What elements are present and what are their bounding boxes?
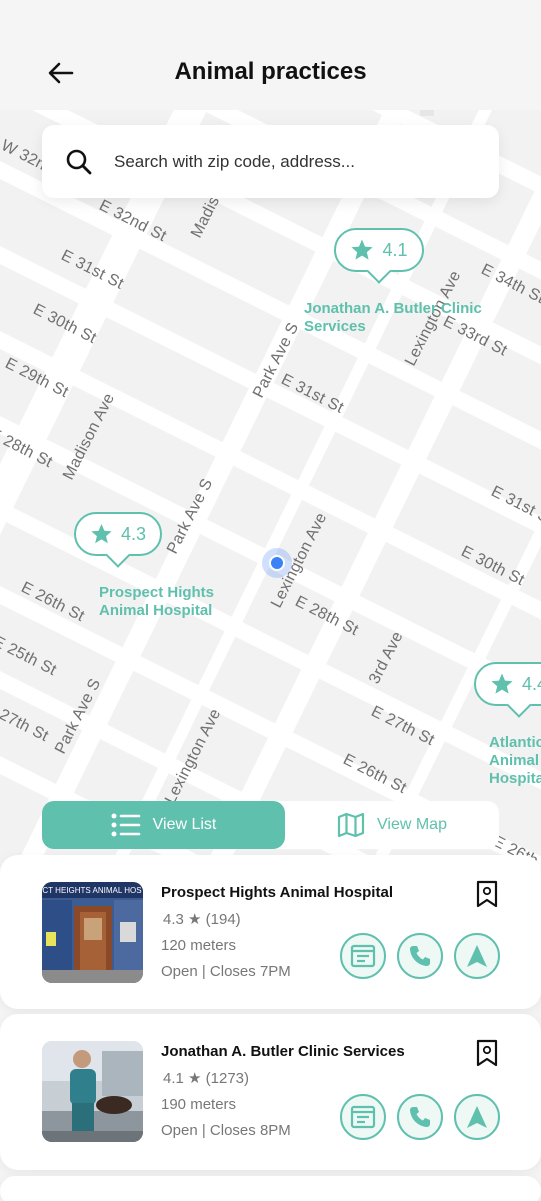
map-icon — [337, 812, 365, 838]
marker-label-line: Jonathan A. Butler Clinic — [304, 300, 482, 317]
marker-label[interactable]: Atlantic Animal Hospital — [489, 734, 541, 788]
star-icon — [351, 239, 374, 260]
page-title: Animal practices — [174, 58, 367, 85]
phone-icon — [410, 946, 430, 966]
details-button[interactable] — [340, 1094, 386, 1140]
list-icon — [111, 813, 140, 837]
bookmark-icon — [476, 880, 498, 908]
bookmark-button[interactable] — [474, 1039, 500, 1069]
call-button[interactable] — [397, 933, 443, 979]
view-map-button[interactable]: View Map — [285, 801, 499, 849]
view-list-button[interactable]: View List — [42, 801, 285, 849]
practice-card[interactable]: CT HEIGHTS ANIMAL HOS Prospect Hights An… — [0, 855, 541, 1009]
marker-rating: 4.3 — [120, 523, 146, 544]
practice-name: Jonathan A. Butler Clinic Services — [161, 1043, 405, 1060]
practice-photo — [42, 1041, 143, 1142]
practice-name: Prospect Hights Animal Hospital — [161, 884, 393, 901]
map-marker[interactable]: 4.3 — [74, 512, 162, 556]
app-header: Animal practices — [0, 0, 541, 110]
practice-photo: CT HEIGHTS ANIMAL HOS — [42, 882, 143, 983]
bookmark-icon — [476, 1039, 498, 1067]
marker-label-line: Animal — [489, 752, 540, 769]
current-location-marker — [262, 548, 292, 578]
marker-label-line: Atlantic — [489, 734, 541, 751]
bookmark-button[interactable] — [474, 880, 500, 910]
practice-rating: 4.1 ★ (1273) — [163, 1070, 249, 1087]
marker-label-line: Prospect Hights — [99, 584, 215, 601]
details-card-icon — [350, 944, 376, 968]
marker-label-line: Services — [304, 318, 366, 335]
map-roads — [0, 108, 541, 868]
magnifier-icon — [64, 147, 94, 177]
details-button[interactable] — [340, 933, 386, 979]
practice-card[interactable]: Jonathan A. Butler Clinic Services 4.1 ★… — [0, 1014, 541, 1170]
phone-icon — [410, 1107, 430, 1127]
marker-rating: 4.4 — [522, 673, 541, 694]
navigation-arrow-icon — [467, 945, 487, 967]
map-view[interactable]: W 32nd St E 32nd St Madison Ave E 31st S… — [0, 108, 541, 868]
view-toggle: View List View Map — [42, 801, 499, 849]
marker-label[interactable]: Jonathan A. Butler Clinic Services — [304, 300, 482, 336]
call-button[interactable] — [397, 1094, 443, 1140]
navigation-arrow-icon — [467, 1106, 487, 1128]
details-card-icon — [350, 1105, 376, 1129]
search-input[interactable] — [114, 151, 454, 172]
practice-distance: 190 meters — [161, 1096, 237, 1113]
view-map-label: View Map — [377, 816, 447, 833]
practice-rating: 4.3 ★ (194) — [163, 911, 241, 928]
view-list-label: View List — [152, 816, 217, 833]
practice-card-peek — [0, 1176, 541, 1201]
navigate-button[interactable] — [454, 933, 500, 979]
star-icon — [91, 523, 112, 544]
practice-hours: Open | Closes 8PM — [161, 1122, 291, 1139]
practice-hours: Open | Closes 7PM — [161, 963, 291, 980]
marker-label[interactable]: Prospect Hights Animal Hospital — [99, 584, 214, 620]
marker-label-line: Hospital — [489, 770, 541, 787]
practice-distance: 120 meters — [161, 937, 237, 954]
map-marker[interactable]: 4.1 — [334, 228, 424, 272]
map-marker[interactable]: 4.4 — [474, 662, 541, 706]
navigate-button[interactable] — [454, 1094, 500, 1140]
marker-label-line: Animal Hospital — [99, 602, 213, 619]
marker-rating: 4.1 — [382, 239, 408, 260]
photo-sign-text: CT HEIGHTS ANIMAL HOS — [42, 886, 141, 895]
search-bar — [42, 125, 499, 198]
star-icon — [491, 673, 513, 694]
